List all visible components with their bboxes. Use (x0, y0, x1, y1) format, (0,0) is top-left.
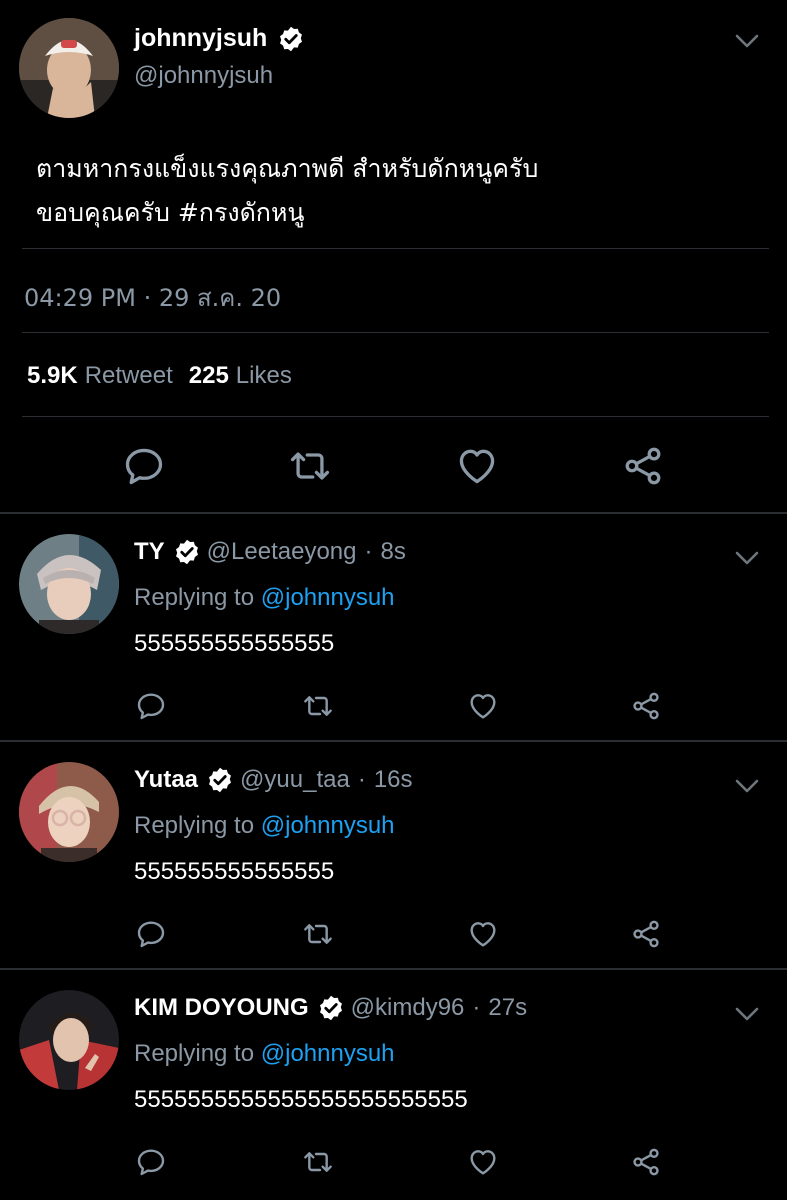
tweet-text: ตามหากรงแข็งแรงคุณภาพดี สำหรับดักหนูครับ… (36, 147, 756, 235)
reply-time[interactable]: 16s (374, 766, 413, 794)
verified-badge-icon (317, 994, 345, 1022)
tweet-text-line: ขอบคุณครับ #กรงดักหนู (36, 198, 305, 227)
reply-header: TY @Leetaeyong · 8s (134, 538, 406, 566)
verified-badge-icon (277, 25, 305, 53)
replying-to: Replying to @johnnysuh (134, 812, 395, 840)
mention-link[interactable]: @johnnysuh (261, 812, 395, 839)
avatar[interactable] (19, 534, 119, 634)
separator-dot: · (364, 538, 373, 565)
reply-button[interactable] (122, 444, 166, 488)
main-tweet: johnnyjsuh @johnnyjsuh ตามหากรงแข็งแรงคุ… (0, 0, 787, 512)
reply-text: 5555555555555555555555555 (134, 1086, 468, 1113)
chevron-down-icon[interactable] (734, 778, 760, 794)
tweet-stats: 5.9K Retweet 225 Likes (27, 362, 308, 390)
separator-dot: · (472, 994, 481, 1021)
heart-icon (455, 444, 499, 488)
divider (22, 332, 769, 333)
replying-to: Replying to @johnnysuh (134, 584, 395, 612)
like-button[interactable] (467, 690, 499, 722)
heart-icon (467, 1146, 499, 1178)
share-icon (630, 690, 662, 722)
retweet-button[interactable] (302, 690, 334, 722)
separator-dot: · (357, 766, 366, 793)
heart-icon (467, 918, 499, 950)
share-icon (630, 1146, 662, 1178)
verified-badge-icon (206, 766, 234, 794)
share-button[interactable] (630, 690, 662, 722)
reply-text: 555555555555555 (134, 630, 335, 657)
retweet-button[interactable] (288, 444, 332, 488)
tweet-thread-page: johnnyjsuh @johnnyjsuh ตามหากรงแข็งแรงคุ… (0, 0, 787, 1200)
author-handle[interactable]: @yuu_taa (240, 766, 350, 794)
replying-to: Replying to @johnnysuh (134, 1040, 395, 1068)
reply-button[interactable] (135, 690, 167, 722)
reply-bubble-icon (135, 1146, 167, 1178)
share-icon (621, 444, 665, 488)
author-name[interactable]: KIM DOYOUNG (134, 994, 309, 1022)
reply-text: 555555555555555 (134, 858, 335, 885)
chevron-down-icon[interactable] (734, 33, 760, 49)
share-icon (630, 918, 662, 950)
reply-time[interactable]: 27s (488, 994, 527, 1022)
tweet-actions (0, 444, 787, 488)
like-button[interactable] (467, 1146, 499, 1178)
reply-bubble-icon (122, 444, 166, 488)
reply-bubble-icon (135, 690, 167, 722)
divider (22, 416, 769, 417)
retweet-icon (302, 918, 334, 950)
retweet-icon (288, 444, 332, 488)
author-name[interactable]: johnnyjsuh (134, 24, 267, 53)
avatar[interactable] (19, 990, 119, 1090)
share-button[interactable] (630, 918, 662, 950)
reply-time[interactable]: 8s (380, 538, 405, 566)
avatar[interactable] (19, 18, 119, 118)
reply-header: Yutaa @yuu_taa · 16s (134, 766, 413, 794)
reply-button[interactable] (135, 1146, 167, 1178)
like-label[interactable]: Likes (236, 362, 292, 390)
author-handle[interactable]: @johnnyjsuh (134, 62, 273, 90)
mention-link[interactable]: @johnnysuh (261, 1040, 395, 1067)
chevron-down-icon[interactable] (734, 1006, 760, 1022)
tweet-timestamp[interactable]: 04:29 PM · 29 ส.ค. 20 (24, 278, 281, 317)
reply-tweet[interactable]: Yutaa @yuu_taa · 16s Replying to @johnny… (0, 742, 787, 968)
like-button[interactable] (467, 918, 499, 950)
author-name[interactable]: Yutaa (134, 766, 198, 794)
share-button[interactable] (621, 444, 665, 488)
reply-tweet[interactable]: KIM DOYOUNG @kimdy96 · 27s Replying to @… (0, 970, 787, 1196)
retweet-label[interactable]: Retweet (85, 362, 173, 390)
reply-bubble-icon (135, 918, 167, 950)
mention-link[interactable]: @johnnysuh (261, 584, 395, 611)
author-handle[interactable]: @Leetaeyong (207, 538, 357, 566)
like-button[interactable] (455, 444, 499, 488)
replying-to-label: Replying to (134, 1040, 255, 1067)
like-count[interactable]: 225 (189, 362, 229, 390)
tweet-text-line: ตามหากรงแข็งแรงคุณภาพดี สำหรับดักหนูครับ (36, 154, 539, 183)
avatar[interactable] (19, 762, 119, 862)
divider (22, 248, 769, 249)
retweet-button[interactable] (302, 1146, 334, 1178)
retweet-icon (302, 1146, 334, 1178)
retweet-count[interactable]: 5.9K (27, 362, 78, 390)
reply-header: KIM DOYOUNG @kimdy96 · 27s (134, 994, 527, 1022)
author-handle[interactable]: @kimdy96 (351, 994, 465, 1022)
author-name-row: johnnyjsuh (134, 24, 305, 53)
replying-to-label: Replying to (134, 812, 255, 839)
reply-tweet[interactable]: TY @Leetaeyong · 8s Replying to @johnnys… (0, 514, 787, 740)
retweet-icon (302, 690, 334, 722)
retweet-button[interactable] (302, 918, 334, 950)
heart-icon (467, 690, 499, 722)
verified-badge-icon (173, 538, 201, 566)
author-name[interactable]: TY (134, 538, 165, 566)
chevron-down-icon[interactable] (734, 550, 760, 566)
replying-to-label: Replying to (134, 584, 255, 611)
share-button[interactable] (630, 1146, 662, 1178)
reply-button[interactable] (135, 918, 167, 950)
